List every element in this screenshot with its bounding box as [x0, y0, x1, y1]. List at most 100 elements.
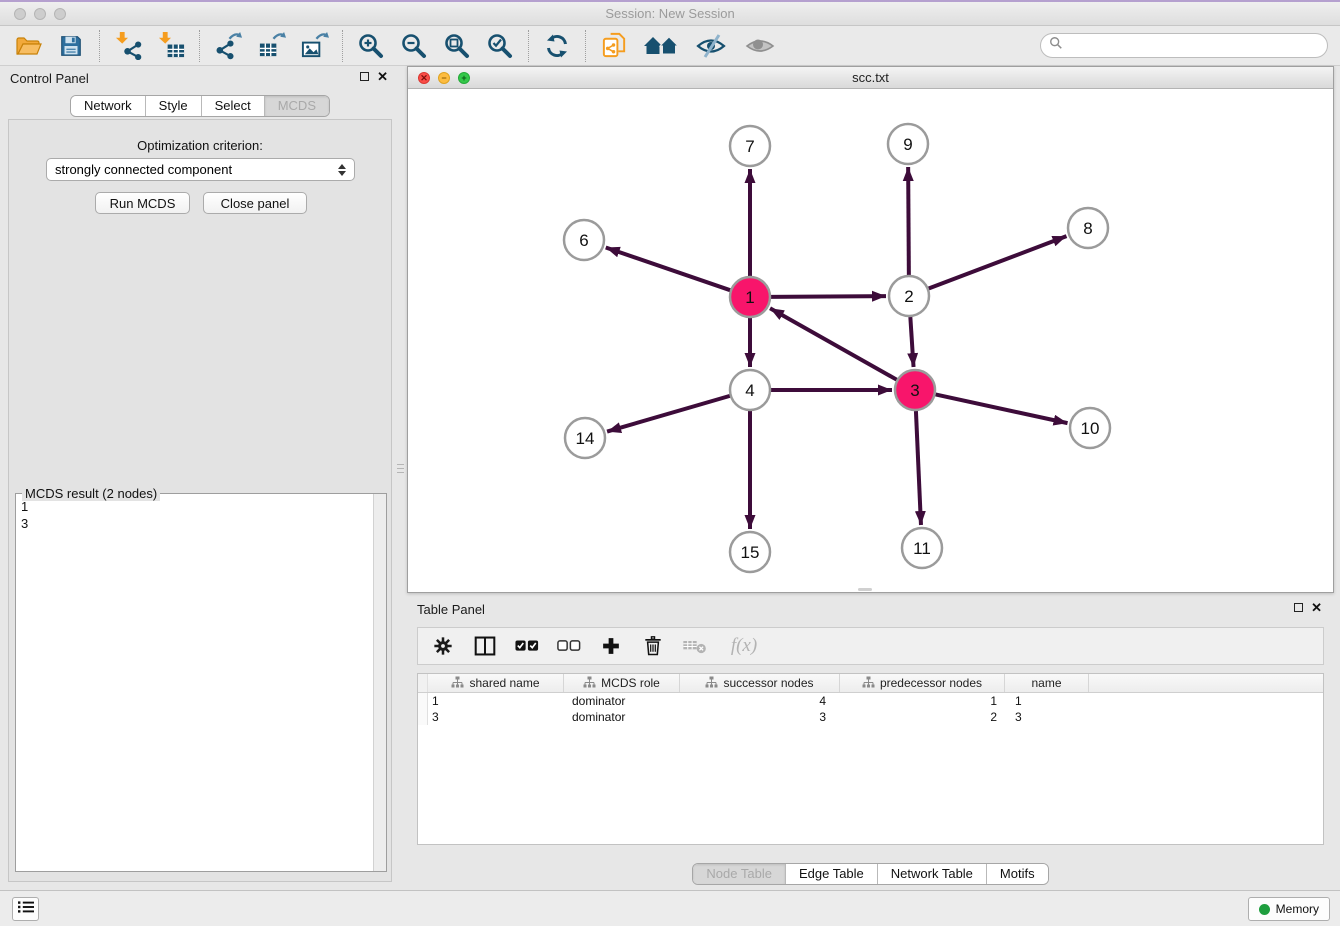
- copy-view-button[interactable]: [599, 30, 629, 62]
- canvas-grip: [858, 588, 872, 591]
- run-mcds-button[interactable]: Run MCDS: [95, 192, 190, 214]
- tab-edge-table[interactable]: Edge Table: [785, 864, 877, 884]
- close-table-panel-icon[interactable]: ✕: [1311, 602, 1322, 613]
- column-header-shared-name[interactable]: shared name: [428, 674, 564, 692]
- select-all-columns-button[interactable]: [514, 630, 540, 662]
- select-stepper-icon: [338, 164, 346, 176]
- graph-node-4[interactable]: 4: [730, 370, 770, 410]
- table-panel-title: Table Panel: [417, 602, 485, 617]
- graph-node-label: 7: [745, 137, 754, 156]
- graph-edge-3-10[interactable]: [936, 394, 1068, 423]
- graph-edge-2-8[interactable]: [929, 236, 1067, 288]
- export-image-button[interactable]: [299, 30, 329, 62]
- split-view-button[interactable]: [472, 630, 498, 662]
- tab-network[interactable]: Network: [71, 96, 145, 116]
- hide-selected-button[interactable]: [693, 30, 729, 62]
- zoom-selected-button[interactable]: [485, 30, 515, 62]
- network-view-window: ✕ − + scc.txt 7 9 6 8 1 2 4 3 14 10 15 11: [407, 66, 1334, 593]
- graph-node-15[interactable]: 15: [730, 532, 770, 572]
- graph-edge-2-3[interactable]: [910, 317, 913, 367]
- save-session-button[interactable]: [56, 30, 86, 62]
- home-layout-button[interactable]: [642, 30, 680, 62]
- table-cell[interactable]: 3: [1005, 709, 1089, 725]
- zoom-in-icon: [357, 32, 385, 60]
- mcds-result-list[interactable]: 1 3: [16, 494, 373, 871]
- column-header-mcds-role[interactable]: MCDS role: [564, 674, 680, 692]
- graph-node-label: 15: [741, 543, 760, 562]
- table-row[interactable]: 3dominator323: [418, 709, 1323, 725]
- graph-node-9[interactable]: 9: [888, 124, 928, 164]
- column-header-successor-nodes[interactable]: successor nodes: [680, 674, 840, 692]
- tab-network-table[interactable]: Network Table: [877, 864, 986, 884]
- memory-button[interactable]: Memory: [1248, 897, 1330, 921]
- add-column-button[interactable]: [598, 630, 624, 662]
- zoom-in-button[interactable]: [356, 30, 386, 62]
- open-session-button[interactable]: [13, 30, 43, 62]
- function-fx-icon: f(x): [731, 635, 757, 657]
- import-table-button[interactable]: [156, 30, 186, 62]
- zoom-selected-icon: [486, 32, 514, 60]
- graph-edge-4-14[interactable]: [607, 396, 730, 432]
- export-table-icon: [257, 31, 286, 60]
- graph-edge-2-9[interactable]: [908, 167, 909, 275]
- graph-node-7[interactable]: 7: [730, 126, 770, 166]
- search-input[interactable]: [1068, 39, 1319, 53]
- graph-node-10[interactable]: 10: [1070, 408, 1110, 448]
- table-row[interactable]: 1dominator411: [418, 693, 1323, 709]
- graph-edge-1-6[interactable]: [606, 247, 730, 290]
- result-scrollbar[interactable]: [373, 494, 386, 871]
- show-all-button[interactable]: [742, 30, 778, 62]
- close-panel-icon[interactable]: ✕: [377, 71, 388, 82]
- graph-node-label: 10: [1081, 419, 1100, 438]
- tab-select[interactable]: Select: [201, 96, 264, 116]
- column-header-predecessor-nodes[interactable]: predecessor nodes: [840, 674, 1005, 692]
- table-cell[interactable]: 2: [840, 709, 1005, 725]
- export-network-button[interactable]: [213, 30, 243, 62]
- table-cell[interactable]: 1: [1005, 693, 1089, 709]
- deselect-all-columns-button[interactable]: [556, 630, 582, 662]
- table-cell[interactable]: 4: [680, 693, 840, 709]
- graph-node-3[interactable]: 3: [895, 370, 935, 410]
- tab-mcds[interactable]: MCDS: [264, 96, 329, 116]
- show-panel-list-button[interactable]: [12, 897, 39, 921]
- graph-node-1[interactable]: 1: [730, 277, 770, 317]
- float-table-panel-icon[interactable]: [1294, 603, 1303, 612]
- graph-node-6[interactable]: 6: [564, 220, 604, 260]
- panel-divider-grip[interactable]: [397, 453, 404, 483]
- table-cell[interactable]: 3: [680, 709, 840, 725]
- refresh-icon: [543, 32, 571, 60]
- export-table-button[interactable]: [256, 30, 286, 62]
- close-panel-button[interactable]: Close panel: [203, 192, 307, 214]
- graph-edge-3-11[interactable]: [916, 411, 921, 525]
- table-toolbar: f(x): [417, 627, 1324, 665]
- network-window-titlebar[interactable]: ✕ − + scc.txt: [408, 67, 1333, 89]
- delete-column-button[interactable]: [640, 630, 666, 662]
- graph-edge-1-2[interactable]: [771, 296, 886, 297]
- graph-edge-3-1[interactable]: [770, 308, 897, 379]
- graph-node-14[interactable]: 14: [565, 418, 605, 458]
- table-settings-button[interactable]: [430, 630, 456, 662]
- control-panel-tabs: NetworkStyleSelectMCDS: [70, 95, 330, 117]
- tab-motifs[interactable]: Motifs: [986, 864, 1048, 884]
- float-panel-icon[interactable]: [360, 72, 369, 81]
- zoom-fit-button[interactable]: [442, 30, 472, 62]
- refresh-view-button[interactable]: [542, 30, 572, 62]
- column-header-name[interactable]: name: [1005, 674, 1089, 692]
- table-cell[interactable]: dominator: [564, 693, 680, 709]
- table-cell[interactable]: 1: [428, 693, 564, 709]
- network-canvas[interactable]: 7 9 6 8 1 2 4 3 14 10 15 11: [408, 89, 1333, 592]
- eye-slash-icon: [695, 33, 727, 59]
- table-header-row: shared nameMCDS rolesuccessor nodesprede…: [418, 674, 1323, 693]
- zoom-out-button[interactable]: [399, 30, 429, 62]
- import-network-button[interactable]: [113, 30, 143, 62]
- table-cell[interactable]: 1: [840, 693, 1005, 709]
- graph-node-11[interactable]: 11: [902, 528, 942, 568]
- tab-node-table[interactable]: Node Table: [693, 864, 785, 884]
- table-cell[interactable]: dominator: [564, 709, 680, 725]
- search-field[interactable]: [1040, 33, 1328, 58]
- graph-node-2[interactable]: 2: [889, 276, 929, 316]
- optimization-criterion-select[interactable]: strongly connected component: [46, 158, 355, 181]
- tab-style[interactable]: Style: [145, 96, 201, 116]
- table-cell[interactable]: 3: [428, 709, 564, 725]
- graph-node-8[interactable]: 8: [1068, 208, 1108, 248]
